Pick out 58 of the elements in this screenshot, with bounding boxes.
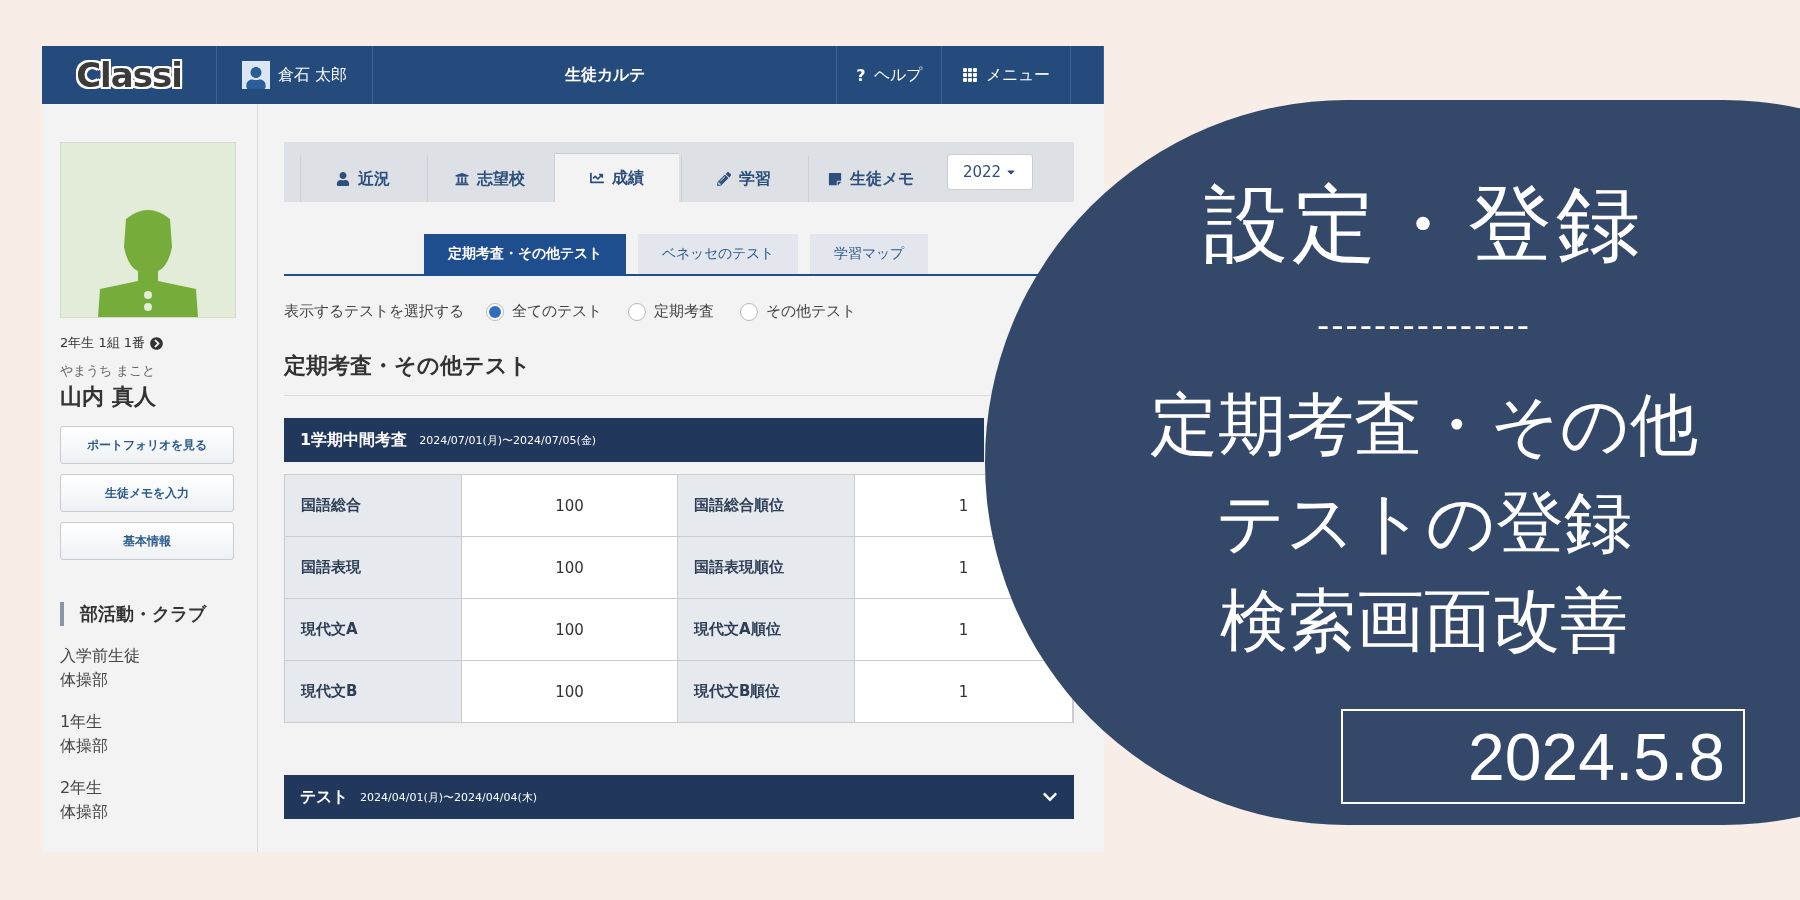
- subject-cell: 国語表現順位: [678, 537, 855, 599]
- subject-cell: 現代文A: [285, 599, 462, 661]
- tab[interactable]: 成績: [554, 153, 679, 202]
- club-name: 体操部: [60, 735, 109, 757]
- club-grade: 入学前生徒: [60, 645, 141, 667]
- banner-text: テストの登録: [1216, 482, 1632, 564]
- name-reading: やまうち まこと: [60, 362, 157, 380]
- radio-button[interactable]: [486, 302, 504, 321]
- radio-button[interactable]: [740, 302, 758, 321]
- sub-tab[interactable]: ベネッセのテスト: [638, 234, 798, 274]
- page-title: 生徒カルテ: [564, 64, 645, 86]
- banner-divider: ---------------: [1317, 305, 1531, 345]
- subject-cell: 国語表現: [285, 537, 462, 599]
- subject-cell: 現代文B: [285, 661, 462, 723]
- sidebar-button[interactable]: 生徒メモを入力: [60, 474, 234, 512]
- class-info: 2年生 1組 1番: [60, 334, 146, 352]
- user-icon: [336, 172, 350, 186]
- pencil-icon: [717, 172, 731, 186]
- sub-tab[interactable]: 学習マップ: [810, 234, 928, 274]
- exam-header[interactable]: 1学期中間考査 2024/07/01(月)〜2024/07/05(金): [284, 418, 984, 462]
- note-icon: [828, 172, 842, 186]
- subject-cell: 現代文B順位: [678, 661, 855, 723]
- bank-icon: [455, 172, 469, 186]
- exam-header[interactable]: テスト 2024/04/01(月)〜2024/04/04(木): [284, 775, 1074, 819]
- sub-tab[interactable]: 定期考査・その他テスト: [424, 234, 626, 274]
- value-cell: 100: [462, 599, 678, 661]
- filter-label: 表示するテストを選択する: [284, 302, 464, 321]
- logo: Classi: [76, 55, 182, 95]
- club-grade: 1年生: [60, 711, 104, 733]
- clubs-heading: 部活動・クラブ: [60, 602, 239, 626]
- radio-label: 定期考査: [654, 302, 714, 321]
- help-button[interactable]: ? ヘルプ: [837, 46, 942, 104]
- value-cell: 100: [462, 661, 678, 723]
- value-cell: 100: [462, 537, 678, 599]
- grid-icon: [962, 67, 978, 83]
- banner-date: 2024.5.8: [1341, 709, 1745, 804]
- banner-text: 定期考査・その他: [1150, 384, 1698, 466]
- subject-cell: 国語総合順位: [678, 475, 855, 537]
- year-dropdown[interactable]: 2022: [947, 154, 1033, 190]
- banner-text: 検索画面改善: [1220, 580, 1628, 662]
- club-grade: 2年生: [60, 777, 104, 799]
- value-cell: 1: [855, 661, 1073, 723]
- sidebar-button[interactable]: 基本情報: [60, 522, 234, 560]
- subject-cell: 国語総合: [285, 475, 462, 537]
- radio-label: 全てのテスト: [512, 302, 602, 321]
- club-name: 体操部: [60, 801, 109, 823]
- radio-label: その他テスト: [766, 302, 856, 321]
- sidebar-button[interactable]: ポートフォリオを見る: [60, 426, 234, 464]
- radio-button[interactable]: [628, 302, 646, 321]
- avatar-icon: [241, 61, 270, 89]
- student-name: 山内 真人: [60, 383, 157, 411]
- banner-heading: 設定・登録: [1204, 174, 1644, 274]
- value-cell: 100: [462, 475, 678, 537]
- club-name: 体操部: [60, 669, 109, 691]
- user-name: 倉石 太郎: [277, 64, 348, 86]
- line-chart-icon: [590, 171, 604, 185]
- menu-button[interactable]: メニュー: [942, 46, 1071, 104]
- subject-cell: 現代文A順位: [678, 599, 855, 661]
